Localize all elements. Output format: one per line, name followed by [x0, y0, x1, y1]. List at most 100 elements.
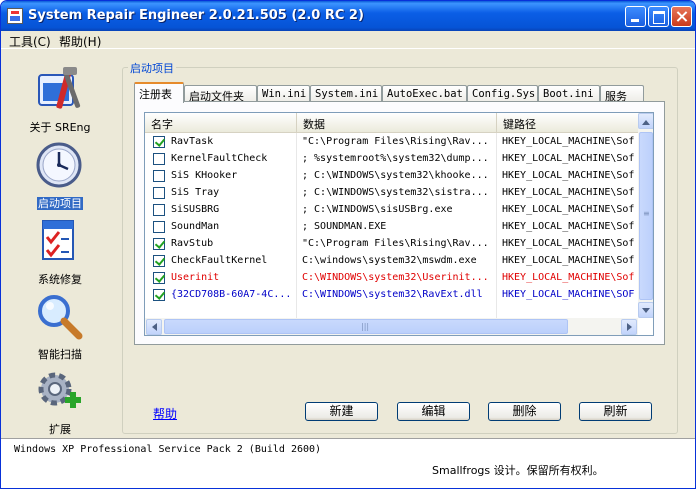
row-name: SiS Tray [171, 187, 220, 198]
os-version-text: Windows XP Professional Service Pack 2 (… [14, 444, 322, 455]
arrow-right-icon [627, 323, 636, 331]
scroll-up-button[interactable] [638, 113, 653, 129]
nav-item-repair[interactable]: 系统修复 [1, 211, 119, 286]
row-key-path: HKEY_LOCAL_MACHINE\Sof [502, 255, 635, 266]
row-checkbox[interactable] [153, 272, 165, 284]
gear-plus-icon [38, 372, 81, 408]
horizontal-scroll-thumb[interactable]: ||| [164, 319, 568, 334]
tab-registry[interactable]: 注册表 [134, 82, 184, 103]
arrow-left-icon [148, 323, 157, 331]
row-checkbox[interactable] [153, 255, 165, 267]
nav-label-scan: 智能扫描 [38, 348, 82, 361]
table-row[interactable]: SoundMan ; SOUNDMAN.EXE HKEY_LOCAL_MACHINE… [145, 219, 638, 236]
nav-item-extend[interactable]: 扩展 [1, 361, 119, 436]
row-data: "C:\Program Files\Rising\Rav... [302, 136, 489, 147]
edit-button[interactable]: 编辑 [397, 402, 470, 421]
row-key-path: HKEY_LOCAL_MACHINE\Sof [502, 272, 635, 283]
scroll-down-button[interactable] [638, 302, 653, 318]
help-link[interactable]: 帮助 [153, 405, 177, 422]
copyright-text: Smallfrogs 设计。保留所有权利。 [432, 464, 604, 477]
row-checkbox[interactable] [153, 136, 165, 148]
row-data: C:\WINDOWS\system32\RavExt.dll [302, 289, 483, 300]
row-name: SoundMan [171, 221, 220, 232]
column-header-name[interactable]: 名字 [145, 113, 297, 133]
row-key-path: HKEY_LOCAL_MACHINE\Sof [502, 238, 635, 249]
minimize-button[interactable] [625, 6, 646, 27]
horizontal-scrollbar[interactable]: ||| [145, 318, 638, 335]
row-key-path: HKEY_LOCAL_MACHINE\Sof [502, 221, 635, 232]
menu-tools[interactable]: 工具(C) [9, 33, 51, 50]
table-row[interactable]: CheckFaultKernel C:\windows\system32\mswd… [145, 253, 638, 270]
menu-help[interactable]: 帮助(H) [59, 33, 101, 50]
app-icon[interactable] [7, 8, 23, 24]
table-row[interactable]: KernelFaultCheck ; %systemroot%\system32\… [145, 151, 638, 168]
list-header: 名字 数据 键路径 [145, 113, 638, 133]
table-row[interactable]: SiS KHooker ; C:\WINDOWS\system32\khooke.… [145, 168, 638, 185]
row-key-path: HKEY_LOCAL_MACHINE\Sof [502, 170, 635, 181]
column-header-path[interactable]: 键路径 [497, 113, 638, 133]
checklist-icon [42, 220, 74, 260]
left-nav: 关于 SREng 启动项目 系统修复 智能扫描 扩展 [1, 51, 119, 436]
row-checkbox[interactable] [153, 187, 165, 199]
nav-label-repair: 系统修复 [38, 273, 82, 286]
nav-label-about: 关于 SREng [29, 121, 91, 134]
table-row[interactable]: Userinit C:\WINDOWS\system32\Userinit... H… [145, 270, 638, 287]
row-name: RavTask [171, 136, 214, 147]
table-row[interactable]: RavTask "C:\Program Files\Rising\Rav... HK… [145, 134, 638, 151]
row-checkbox[interactable] [153, 238, 165, 250]
row-data: "C:\Program Files\Rising\Rav... [302, 238, 489, 249]
row-data: ; SOUNDMAN.EXE [302, 221, 387, 232]
row-checkbox[interactable] [153, 221, 165, 233]
row-key-path: HKEY_LOCAL_MACHINE\Sof [502, 136, 635, 147]
grip-icon: ||| [361, 322, 370, 331]
startup-list[interactable]: 名字 数据 键路径 RavTask "C:\Program Files\Risin… [144, 112, 654, 336]
row-name: CheckFaultKernel [171, 255, 268, 266]
row-data: ; C:\WINDOWS\sisUSBrg.exe [302, 204, 453, 215]
row-data: C:\windows\system32\mswdm.exe [302, 255, 477, 266]
menu-bar: 工具(C) 帮助(H) [1, 31, 695, 49]
magnifier-icon [38, 295, 83, 340]
nav-item-startup[interactable]: 启动项目 [1, 135, 119, 210]
clock-icon [36, 142, 82, 188]
table-row[interactable]: RavStub "C:\Program Files\Rising\Rav... HK… [145, 236, 638, 253]
title-bar[interactable]: System Repair Engineer 2.0.21.505 (2.0 R… [1, 1, 695, 31]
close-button[interactable] [671, 6, 692, 27]
row-name: RavStub [171, 238, 214, 249]
row-key-path: HKEY_LOCAL_MACHINE\Sof [502, 204, 635, 215]
row-data: ; %systemroot%\system32\dump... [302, 153, 489, 164]
scroll-right-button[interactable] [621, 319, 637, 335]
row-checkbox[interactable] [153, 204, 165, 216]
nav-item-scan[interactable]: 智能扫描 [1, 286, 119, 361]
column-header-data[interactable]: 数据 [297, 113, 497, 133]
nav-label-startup: 启动项目 [37, 197, 83, 210]
vertical-scrollbar[interactable]: ≡ [638, 113, 653, 318]
status-area: Windows XP Professional Service Pack 2 (… [1, 438, 695, 488]
about-tools-icon [38, 67, 81, 109]
row-key-path: HKEY_LOCAL_MACHINE\Sof [502, 187, 635, 198]
table-row[interactable]: {32CD708B-60A7-4C... C:\WINDOWS\system32\… [145, 287, 638, 304]
refresh-button[interactable]: 刷新 [579, 402, 652, 421]
delete-button[interactable]: 删除 [488, 402, 561, 421]
maximize-button[interactable] [648, 6, 669, 27]
window-title: System Repair Engineer 2.0.21.505 (2.0 R… [28, 8, 364, 23]
vertical-scroll-thumb[interactable]: ≡ [639, 132, 653, 300]
row-key-path: HKEY_LOCAL_MACHINE\SOF [502, 289, 635, 300]
group-title: 启动项目 [128, 60, 176, 76]
row-data: C:\WINDOWS\system32\Userinit... [302, 272, 489, 283]
row-name: SiSUSBRG [171, 204, 220, 215]
row-checkbox[interactable] [153, 289, 165, 301]
row-key-path: HKEY_LOCAL_MACHINE\Sof [502, 153, 635, 164]
row-data: ; C:\WINDOWS\system32\sistra... [302, 187, 489, 198]
table-row[interactable]: SiS Tray ; C:\WINDOWS\system32\sistra... H… [145, 185, 638, 202]
arrow-down-icon [642, 308, 650, 317]
table-row[interactable]: SiSUSBRG ; C:\WINDOWS\sisUSBrg.exe HKEY_LO… [145, 202, 638, 219]
main-window: System Repair Engineer 2.0.21.505 (2.0 R… [0, 0, 696, 489]
new-button[interactable]: 新建 [305, 402, 378, 421]
arrow-up-icon [642, 116, 650, 125]
row-checkbox[interactable] [153, 170, 165, 182]
row-checkbox[interactable] [153, 153, 165, 165]
nav-item-about[interactable]: 关于 SREng [1, 59, 119, 134]
nav-label-extend: 扩展 [49, 423, 71, 436]
row-name: Userinit [171, 272, 220, 283]
scroll-left-button[interactable] [146, 319, 162, 335]
